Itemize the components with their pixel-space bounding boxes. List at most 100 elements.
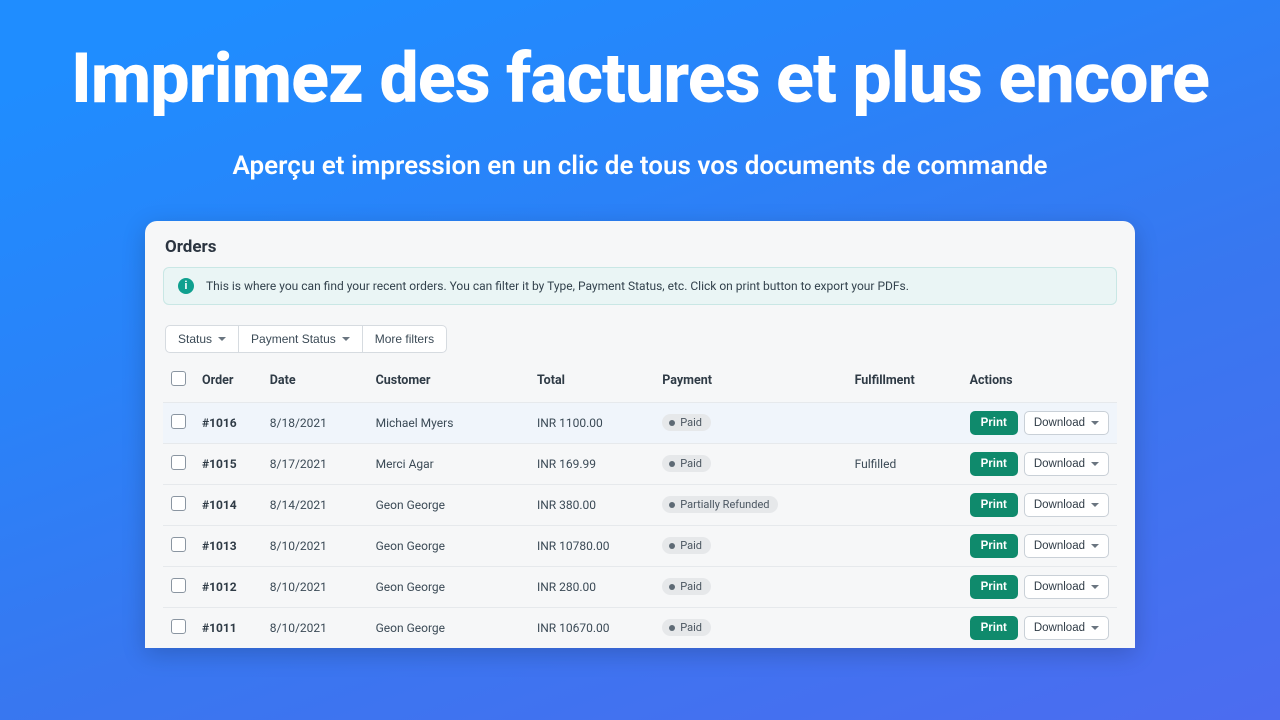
orders-panel: Orders i This is where you can find your… <box>145 221 1135 648</box>
hero-title: Imprimez des factures et plus encore <box>0 0 1280 117</box>
th-actions: Actions <box>962 361 1117 403</box>
chevron-down-icon <box>342 337 350 341</box>
status-badge: Paid <box>662 455 711 472</box>
table-row: #10128/10/2021Geon GeorgeINR 280.00PaidP… <box>163 566 1117 607</box>
filter-payment-status[interactable]: Payment Status <box>239 325 363 353</box>
cell-date: 8/10/2021 <box>262 607 368 648</box>
info-banner: i This is where you can find your recent… <box>163 267 1117 305</box>
download-button[interactable]: Download <box>1024 616 1109 640</box>
download-button[interactable]: Download <box>1024 575 1109 599</box>
cell-customer: Michael Myers <box>368 402 529 443</box>
order-link[interactable]: #1015 <box>202 457 237 471</box>
th-fulfillment: Fulfillment <box>847 361 962 403</box>
cell-fulfillment <box>847 402 962 443</box>
th-order: Order <box>194 361 262 403</box>
status-dot-icon <box>669 584 675 590</box>
table-row: #1014 8/14/2021Geon GeorgeINR 380.00 Parti… <box>163 484 1117 525</box>
status-dot-icon <box>669 543 675 549</box>
status-badge: Paid <box>662 619 711 636</box>
status-badge: Paid <box>662 578 711 595</box>
cell-payment: Paid <box>654 525 846 566</box>
filter-status-label: Status <box>178 332 212 346</box>
cell-payment: Paid <box>654 443 846 484</box>
order-link[interactable]: #1016 <box>202 416 237 430</box>
cell-customer: Geon George <box>368 607 529 648</box>
panel-title: Orders <box>165 237 1117 257</box>
cell-fulfillment <box>847 566 962 607</box>
filter-bar: Status Payment Status More filters <box>165 325 1115 353</box>
download-label: Download <box>1034 417 1085 429</box>
filter-status[interactable]: Status <box>165 325 239 353</box>
cell-customer: Geon George <box>368 484 529 525</box>
cell-customer: Geon George <box>368 566 529 607</box>
row-checkbox[interactable] <box>171 455 186 470</box>
cell-date: 8/17/2021 <box>262 443 368 484</box>
order-link[interactable]: #1013 <box>202 539 237 553</box>
print-button[interactable]: Print <box>970 575 1018 599</box>
status-dot-icon <box>669 625 675 631</box>
table-row: #10168/18/2021Michael MyersINR 1100.00Pa… <box>163 402 1117 443</box>
th-date: Date <box>262 361 368 403</box>
status-badge: Partially Refunded <box>662 496 778 513</box>
download-label: Download <box>1034 622 1085 634</box>
download-button[interactable]: Download <box>1024 452 1109 476</box>
order-link[interactable]: #1014 <box>202 498 237 512</box>
order-link[interactable]: #1011 <box>202 621 237 635</box>
download-button[interactable]: Download <box>1024 493 1109 517</box>
status-badge: Paid <box>662 414 711 431</box>
download-label: Download <box>1034 458 1085 470</box>
row-checkbox[interactable] <box>171 537 186 552</box>
th-payment: Payment <box>654 361 846 403</box>
cell-payment: Paid <box>654 607 846 648</box>
cell-total: INR 380.00 <box>529 484 654 525</box>
download-label: Download <box>1034 581 1085 593</box>
filter-more[interactable]: More filters <box>363 325 447 353</box>
download-label: Download <box>1034 499 1085 511</box>
chevron-down-icon <box>1091 462 1099 466</box>
status-dot-icon <box>669 461 675 467</box>
order-link[interactable]: #1012 <box>202 580 237 594</box>
th-total: Total <box>529 361 654 403</box>
row-checkbox[interactable] <box>171 578 186 593</box>
cell-date: 8/10/2021 <box>262 525 368 566</box>
cell-total: INR 10670.00 <box>529 607 654 648</box>
cell-customer: Geon George <box>368 525 529 566</box>
print-button[interactable]: Print <box>970 493 1018 517</box>
info-icon: i <box>178 278 194 294</box>
chevron-down-icon <box>1091 626 1099 630</box>
row-checkbox[interactable] <box>171 414 186 429</box>
th-customer: Customer <box>368 361 529 403</box>
status-dot-icon <box>669 420 675 426</box>
row-checkbox[interactable] <box>171 619 186 634</box>
chevron-down-icon <box>218 337 226 341</box>
print-button[interactable]: Print <box>970 616 1018 640</box>
cell-total: INR 169.99 <box>529 443 654 484</box>
filter-more-label: More filters <box>375 332 434 346</box>
cell-total: INR 10780.00 <box>529 525 654 566</box>
cell-fulfillment <box>847 607 962 648</box>
status-badge: Paid <box>662 537 711 554</box>
cell-fulfillment: Fulfilled <box>847 443 962 484</box>
chevron-down-icon <box>1091 503 1099 507</box>
cell-total: INR 1100.00 <box>529 402 654 443</box>
print-button[interactable]: Print <box>970 452 1018 476</box>
download-button[interactable]: Download <box>1024 411 1109 435</box>
table-row: #1013 8/10/2021Geon GeorgeINR 10780.00 Pai… <box>163 525 1117 566</box>
cell-fulfillment <box>847 525 962 566</box>
table-row: #1011 8/10/2021Geon GeorgeINR 10670.00 Pai… <box>163 607 1117 648</box>
cell-payment: Paid <box>654 402 846 443</box>
print-button[interactable]: Print <box>970 534 1018 558</box>
print-button[interactable]: Print <box>970 411 1018 435</box>
cell-date: 8/14/2021 <box>262 484 368 525</box>
chevron-down-icon <box>1091 421 1099 425</box>
table-row: #10158/17/2021Merci AgarINR 169.99PaidFu… <box>163 443 1117 484</box>
download-button[interactable]: Download <box>1024 534 1109 558</box>
chevron-down-icon <box>1091 544 1099 548</box>
chevron-down-icon <box>1091 585 1099 589</box>
info-text: This is where you can find your recent o… <box>206 279 909 293</box>
select-all-checkbox[interactable] <box>171 371 186 386</box>
cell-payment: Paid <box>654 566 846 607</box>
cell-payment: Partially Refunded <box>654 484 846 525</box>
filter-payment-status-label: Payment Status <box>251 332 336 346</box>
row-checkbox[interactable] <box>171 496 186 511</box>
